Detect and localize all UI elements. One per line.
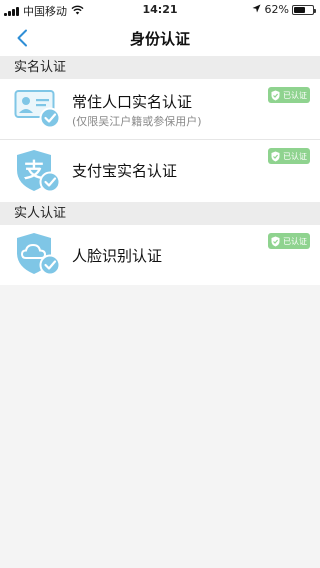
badge-label: 已认证	[283, 151, 307, 161]
verified-badge: 已认证	[268, 233, 310, 249]
verified-badge: 已认证	[268, 148, 310, 164]
alipay-shield-check-icon: 支	[14, 148, 62, 198]
cloud-shield-check-icon	[14, 231, 62, 281]
id-card-check-icon	[14, 86, 62, 134]
section-header-real-name: 实名认证	[0, 56, 320, 79]
row-title: 支付宝实名认证	[72, 162, 178, 180]
shield-check-icon	[271, 236, 280, 246]
location-arrow-icon	[252, 3, 261, 16]
face-recognition-auth-row[interactable]: 人脸识别认证 已认证	[0, 225, 320, 285]
badge-label: 已认证	[283, 236, 307, 246]
resident-realname-auth-row[interactable]: 常住人口实名认证 (仅限吴江户籍或参保用户) 已认证	[0, 79, 320, 139]
row-title: 人脸识别认证	[72, 247, 163, 265]
row-title: 常住人口实名认证	[72, 93, 193, 111]
page-title: 身份认证	[129, 30, 190, 48]
status-bar: 中国移动 14:21 62%	[0, 0, 320, 20]
status-right: 62%	[252, 3, 316, 16]
row-subtitle: (仅限吴江户籍或参保用户)	[72, 115, 202, 128]
shield-check-icon	[271, 151, 280, 161]
section-header-real-person: 实人认证	[0, 202, 320, 225]
badge-label: 已认证	[283, 90, 307, 100]
battery-icon	[292, 4, 316, 15]
verified-badge: 已认证	[268, 87, 310, 103]
shield-check-icon	[271, 90, 280, 100]
alipay-realname-auth-row[interactable]: 支 支付宝实名认证 已认证	[0, 140, 320, 202]
battery-fill	[294, 6, 306, 13]
battery-percent: 62%	[264, 3, 289, 16]
nav-bar: 身份认证	[0, 20, 320, 56]
